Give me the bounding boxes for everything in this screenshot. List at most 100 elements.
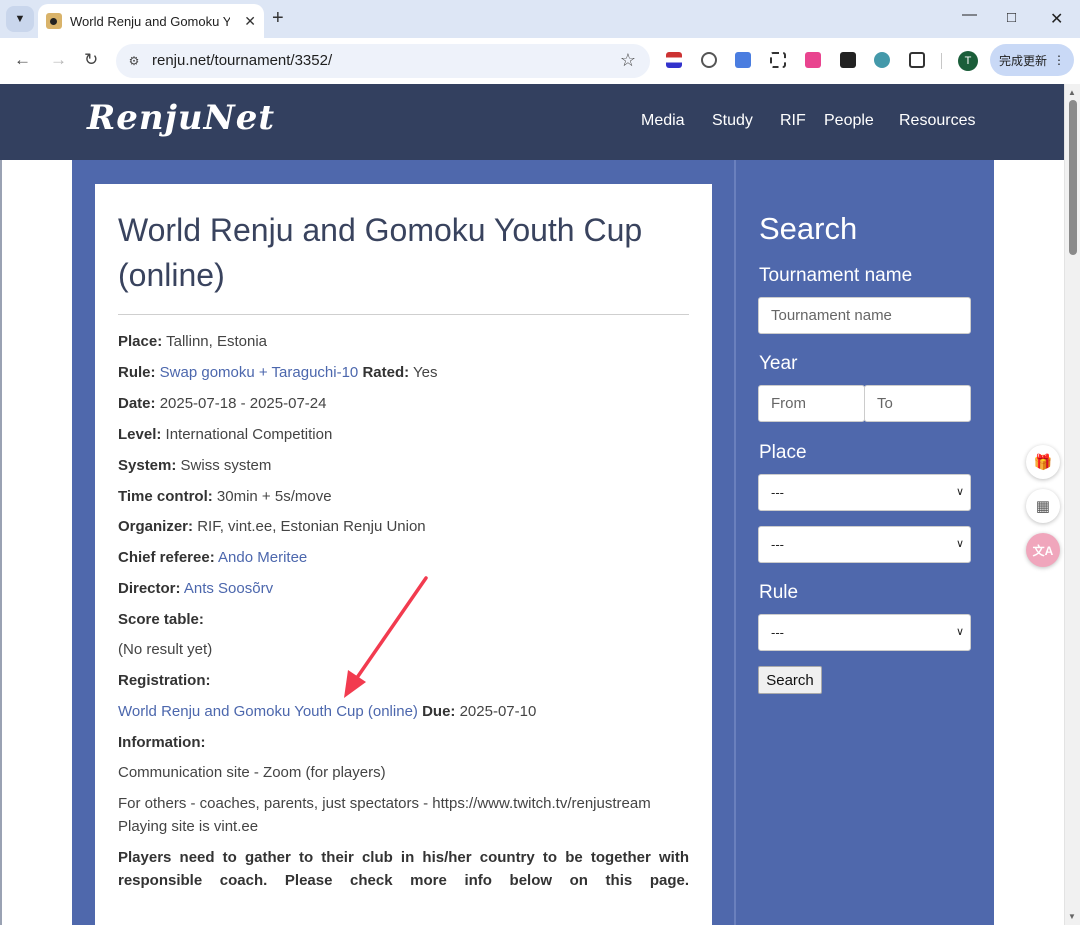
due-value: 2025-07-10 [459,703,537,720]
director-row: Director: Ants Soosõrv [118,580,273,597]
info-block: For others - coaches, parents, just spec… [118,792,689,838]
info-line-1: Communication site - Zoom (for players) [118,764,386,781]
level-value: International Competition [165,426,333,443]
page-title: World Renju and Gomoku Youth Cup (online… [118,212,643,293]
info-line-3: Playing site is vint.ee [118,818,259,835]
rule-select-value: --- [771,625,784,640]
scroll-down-icon[interactable]: ▼ [1068,912,1076,921]
nav-media[interactable]: Media [641,112,685,130]
system-label: System: [118,457,177,474]
browser-tab-bar: ▼ World Renju and Gomoku Yo ✕ + — □ ✕ [0,0,1080,38]
rated-value: Yes [413,364,438,381]
chief-referee-link[interactable]: Ando Meritee [218,549,307,566]
organizer-row: Organizer: RIF, vint.ee, Estonian Renju … [118,518,426,535]
year-label: Year [759,353,798,374]
circle-extension-icon[interactable] [874,52,890,68]
tournament-name-input[interactable] [758,297,971,334]
tournament-name-label: Tournament name [759,265,913,286]
extensions-puzzle-icon[interactable] [909,52,925,68]
browser-toolbar: ← → ↻ ⚙ renju.net/tournament/3352/ ☆ T 完… [0,38,1080,84]
chevron-down-icon: ∨ [955,626,964,638]
chinese-translate-extension-icon[interactable] [805,52,821,68]
score-table-label: Score table: [118,611,204,628]
nav-rif[interactable]: RIF [780,112,806,130]
site-logo[interactable]: RenjuNet [87,98,275,138]
rule-select[interactable]: --- ∨ [758,614,971,651]
system-row: System: Swiss system [118,457,271,474]
address-bar[interactable]: ⚙ renju.net/tournament/3352/ ☆ [116,44,650,78]
time-control-label: Time control: [118,488,213,505]
site-header: RenjuNet Media Study RIF People Resource… [0,84,1064,160]
window-left-edge [0,84,2,925]
search-button[interactable]: Search [758,666,822,694]
system-value: Swiss system [180,457,272,474]
place-select-country[interactable]: --- ∨ [758,474,971,511]
place-select-city[interactable]: --- ∨ [758,526,971,563]
site-favicon-icon [46,13,62,29]
year-to-input[interactable] [864,385,971,422]
new-tab-icon[interactable]: + [272,8,284,28]
tab-close-icon[interactable]: ✕ [244,13,256,30]
update-button[interactable]: 完成更新 ⋮ [990,44,1074,76]
tab-title: World Renju and Gomoku Yo [70,13,230,29]
director-link[interactable]: Ants Soosõrv [184,580,273,597]
director-label: Director: [118,580,181,597]
organizer-label: Organizer: [118,518,194,535]
place-value: Tallinn, Estonia [166,333,268,350]
back-icon[interactable]: ← [14,50,31,70]
maximize-icon[interactable]: □ [1007,9,1016,26]
close-window-icon[interactable]: ✕ [1050,9,1063,29]
rule-link[interactable]: Swap gomoku + Taraguchi-10 [160,364,359,381]
site-info-icon[interactable]: ⚙ [124,51,144,71]
gift-icon[interactable]: 🎁 [1026,445,1060,479]
info-line-2: For others - coaches, parents, just spec… [118,795,651,812]
score-table-value: (No result yet) [118,641,213,658]
date-value: 2025-07-18 - 2025-07-24 [159,395,327,412]
place-label-sidebar: Place [759,442,807,463]
score-table-row: Score table: [118,611,204,628]
registration-label: Registration: [118,672,211,689]
translate-float-icon[interactable]: 文A [1026,533,1060,567]
nav-resources[interactable]: Resources [899,112,975,130]
registration-link-row: World Renju and Gomoku Youth Cup (online… [118,703,536,720]
minimize-icon[interactable]: — [962,6,977,23]
registration-row: Registration: [118,672,211,689]
url-text[interactable]: renju.net/tournament/3352/ [152,52,332,69]
chief-referee-row: Chief referee: Ando Meritee [118,549,307,566]
page-scrollbar[interactable]: ▲ ▼ [1064,84,1080,925]
chief-referee-label: Chief referee: [118,549,215,566]
rule-label-sidebar: Rule [759,582,799,603]
date-label: Date: [118,395,156,412]
profile-avatar[interactable]: T [958,51,978,71]
nav-study[interactable]: Study [712,112,753,130]
chevron-down-icon: ∨ [955,486,964,498]
browser-tab[interactable]: World Renju and Gomoku Yo ✕ [38,4,264,38]
time-control-value: 30min + 5s/move [216,488,332,505]
chat-extension-icon[interactable] [701,52,717,68]
place-label: Place: [118,333,163,350]
place-select-city-value: --- [771,537,784,552]
information-label: Information: [118,734,206,751]
menu-dots-icon: ⋮ [1053,53,1065,67]
tournament-card: World Renju and Gomoku Youth Cup (online… [95,184,712,925]
tab-dropdown-icon[interactable]: ▼ [6,6,34,32]
bookmark-star-icon[interactable]: ☆ [620,50,636,71]
dark-extension-icon[interactable] [840,52,856,68]
sidebar-title: Search [759,211,858,246]
qr-code-extension-icon[interactable] [770,52,786,68]
forward-icon[interactable]: → [50,50,67,70]
rule-label: Rule: [118,364,156,381]
year-from-input[interactable] [758,385,865,422]
place-row: Place: Tallinn, Estonia [118,333,267,350]
rule-row: Rule: Swap gomoku + Taraguchi-10 Rated: … [118,364,438,381]
translate-extension-icon[interactable] [735,52,751,68]
scroll-up-icon[interactable]: ▲ [1068,88,1076,97]
flag-extension-icon[interactable] [666,52,682,68]
toolbar-divider [941,53,942,69]
reload-icon[interactable]: ↻ [84,50,98,70]
grid-add-icon[interactable]: ▦ [1026,489,1060,523]
nav-people[interactable]: People [824,112,874,130]
sidebar-divider [734,160,736,925]
title-divider [118,314,689,315]
scrollbar-thumb[interactable] [1069,100,1077,255]
